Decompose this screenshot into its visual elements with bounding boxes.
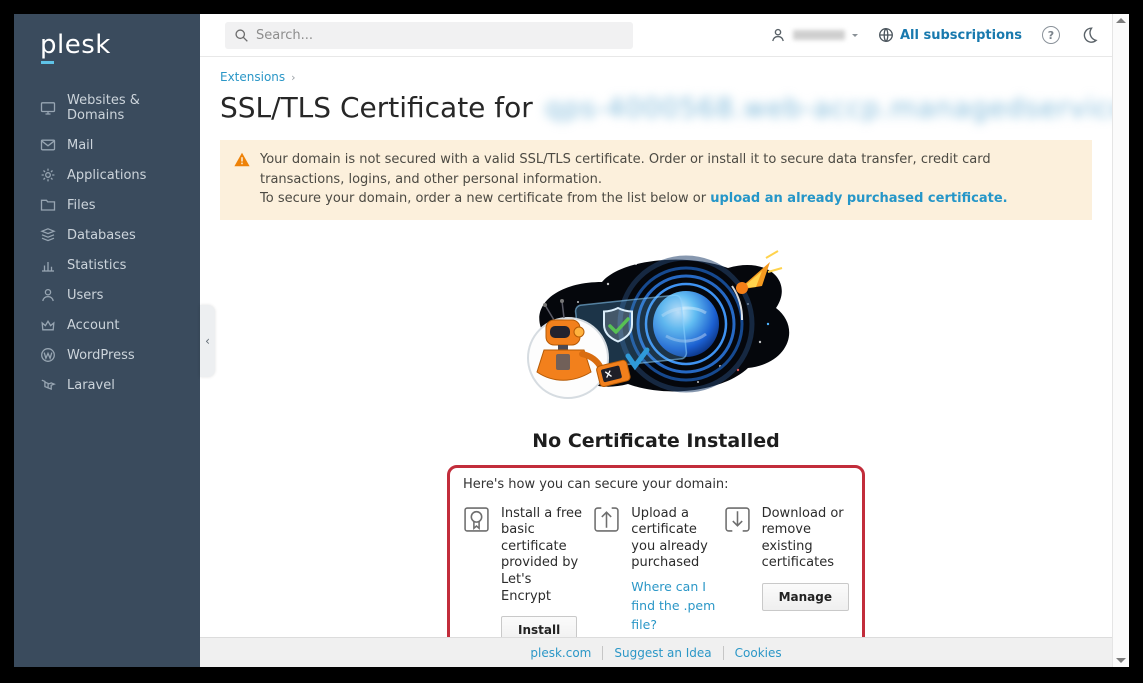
moon-icon — [1080, 26, 1098, 44]
secure-box-intro: Here's how you can secure your domain: — [463, 477, 849, 492]
person-icon — [770, 27, 786, 43]
sidebar-item-statistics[interactable]: Statistics — [14, 250, 200, 280]
sidebar-item-laravel[interactable]: Laravel — [14, 370, 200, 400]
gear-icon — [40, 167, 56, 183]
wordpress-icon — [40, 347, 56, 363]
sidebar-item-databases[interactable]: Databases — [14, 220, 200, 250]
sidebar-item-account[interactable]: Account — [14, 310, 200, 340]
topbar: All subscriptions — [200, 14, 1112, 57]
search-icon — [234, 28, 249, 43]
warning-triangle-icon — [234, 152, 250, 167]
upload-icon — [593, 506, 623, 573]
option-upload-certificate: Upload a certificate you already purchas… — [593, 506, 715, 638]
chevron-down-icon — [852, 34, 858, 40]
option-text: Download or remove existing certificates — [762, 506, 849, 573]
plesk-logo-underline — [41, 61, 54, 64]
all-subscriptions-label: All subscriptions — [900, 28, 1022, 43]
sidebar-nav: Websites & Domains Mail Applications Fil… — [14, 86, 200, 400]
mail-icon — [40, 137, 56, 153]
footer: plesk.com Suggest an Idea Cookies — [200, 637, 1112, 667]
sidebar-item-label: Files — [67, 198, 96, 213]
breadcrumb-chevron-icon: › — [291, 71, 295, 84]
monitor-icon — [40, 100, 56, 116]
domain-name-redacted: qps-4000568.web-accp.managedservice.one — [545, 93, 1112, 124]
bar-chart-icon — [40, 257, 56, 273]
warning-text: Your domain is not secured with a valid … — [260, 150, 1078, 209]
breadcrumb-extensions[interactable]: Extensions — [220, 70, 285, 84]
sidebar-item-applications[interactable]: Applications — [14, 160, 200, 190]
plesk-window: plesk Websites & Domains Mail Applicatio… — [14, 14, 1129, 667]
sidebar-item-label: Account — [67, 318, 120, 333]
plesk-logo: plesk — [14, 14, 200, 60]
warning-banner: Your domain is not secured with a valid … — [220, 140, 1092, 220]
sidebar-item-label: Websites & Domains — [67, 93, 190, 123]
folder-icon — [40, 197, 56, 213]
scroll-down-arrow-icon[interactable] — [1116, 658, 1126, 663]
user-name-redacted — [793, 30, 845, 40]
secure-options-box: Here's how you can secure your domain: I… — [447, 465, 865, 638]
install-button[interactable]: Install — [501, 616, 577, 637]
user-icon — [40, 287, 56, 303]
warning-line1: Your domain is not secured with a valid … — [260, 150, 1078, 189]
ssl-space-illustration — [516, 242, 796, 402]
option-lets-encrypt: Install a free basic certificate provide… — [463, 506, 585, 638]
sidebar-item-label: Users — [67, 288, 103, 303]
option-manage-certificates: Download or remove existing certificates… — [724, 506, 849, 638]
sidebar-item-mail[interactable]: Mail — [14, 130, 200, 160]
secure-options: Install a free basic certificate provide… — [463, 506, 849, 638]
footer-link-suggest-idea[interactable]: Suggest an Idea — [602, 646, 711, 660]
page-title: SSL/TLS Certificate for qps-4000568.web-… — [220, 91, 1092, 124]
certificate-seal-icon — [463, 506, 493, 606]
globe-icon — [878, 27, 894, 43]
sidebar-item-label: Applications — [67, 168, 146, 183]
crown-icon — [40, 317, 56, 333]
search-input[interactable] — [225, 22, 633, 49]
sidebar-item-files[interactable]: Files — [14, 190, 200, 220]
all-subscriptions-link[interactable]: All subscriptions — [878, 27, 1022, 43]
breadcrumb: Extensions › — [220, 70, 1092, 84]
search-bar — [225, 22, 633, 49]
footer-link-cookies[interactable]: Cookies — [723, 646, 782, 660]
page-title-text: SSL/TLS Certificate for — [220, 91, 533, 124]
user-menu[interactable] — [770, 27, 858, 43]
sidebar-item-websites-domains[interactable]: Websites & Domains — [14, 86, 200, 130]
sidebar-item-wordpress[interactable]: WordPress — [14, 340, 200, 370]
vertical-scrollbar[interactable] — [1112, 14, 1129, 667]
sidebar: plesk Websites & Domains Mail Applicatio… — [14, 14, 200, 667]
collapse-sidebar-chevron[interactable] — [200, 305, 215, 377]
sidebar-item-label: Mail — [67, 138, 93, 153]
help-icon[interactable] — [1042, 26, 1060, 44]
main-content: All subscriptions Extensions › SSL/TLS C… — [200, 14, 1112, 667]
page-body: Extensions › SSL/TLS Certificate for qps… — [200, 57, 1112, 637]
sidebar-item-label: Statistics — [67, 258, 126, 273]
sidebar-item-users[interactable]: Users — [14, 280, 200, 310]
footer-link-plesk-com[interactable]: plesk.com — [530, 646, 591, 660]
sidebar-item-label: WordPress — [67, 348, 135, 363]
upload-purchased-certificate-link[interactable]: upload an already purchased certificate. — [710, 191, 1007, 206]
dark-mode-toggle[interactable] — [1080, 26, 1098, 44]
download-icon — [724, 506, 754, 573]
where-pem-file-link[interactable]: Where can I find the .pem file? — [631, 578, 715, 634]
shield-check — [604, 308, 632, 342]
sidebar-item-label: Laravel — [67, 378, 115, 393]
sidebar-item-label: Databases — [67, 228, 136, 243]
option-text: Install a free basic certificate provide… — [501, 506, 585, 606]
option-text: Upload a certificate you already purchas… — [631, 506, 715, 573]
topbar-right: All subscriptions — [770, 26, 1098, 44]
warning-line2: To secure your domain, order a new certi… — [260, 189, 1078, 209]
database-icon — [40, 227, 56, 243]
laravel-icon — [40, 377, 56, 393]
no-certificate-heading: No Certificate Installed — [200, 430, 1112, 452]
scroll-up-arrow-icon[interactable] — [1116, 18, 1126, 23]
manage-button[interactable]: Manage — [762, 583, 849, 611]
